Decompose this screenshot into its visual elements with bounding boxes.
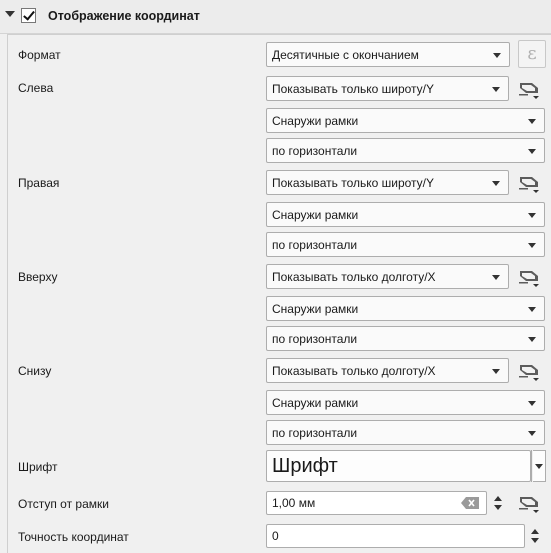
format-label: Формат [18, 48, 61, 62]
top-direction-combo[interactable]: по горизонтали [266, 326, 545, 351]
chevron-down-icon [528, 213, 536, 218]
offset-value: 1,00 мм [272, 496, 316, 510]
bottom-position-value: Снаружи рамки [272, 395, 359, 410]
left-direction-combo[interactable]: по горизонтали [266, 138, 545, 163]
left-display-value: Показывать только широту/Y [272, 81, 435, 96]
chevron-down-icon [492, 369, 500, 374]
left-display-combo[interactable]: Показывать только широту/Y [266, 76, 509, 101]
left-position-value: Снаружи рамки [272, 113, 359, 128]
font-label: Шрифт [18, 460, 58, 474]
data-defined-override-icon[interactable] [515, 490, 543, 516]
bottom-label: Снизу [18, 364, 52, 378]
spin-down-icon[interactable] [494, 505, 502, 510]
right-display-combo[interactable]: Показывать только широту/Y [266, 170, 509, 195]
spin-up-icon[interactable] [494, 496, 502, 501]
font-button-divider [531, 450, 532, 482]
format-combo[interactable]: Десятичные с окончанием [266, 42, 510, 67]
right-display-value: Показывать только широту/Y [272, 175, 435, 190]
data-defined-override-icon[interactable] [515, 76, 543, 102]
chevron-down-icon [492, 181, 500, 186]
bottom-position-combo[interactable]: Снаружи рамки [266, 390, 545, 415]
right-direction-combo[interactable]: по горизонтали [266, 232, 545, 257]
precision-value: 0 [272, 529, 279, 543]
format-combo-value: Десятичные с окончанием [272, 47, 419, 62]
offset-spinner[interactable] [488, 491, 508, 515]
section-enabled-checkbox[interactable] [21, 8, 36, 23]
bottom-display-value: Показывать только долготу/X [272, 363, 436, 378]
top-position-value: Снаружи рамки [272, 301, 359, 316]
right-direction-value: по горизонтали [272, 237, 358, 252]
chevron-down-icon [528, 431, 536, 436]
left-direction-value: по горизонтали [272, 143, 358, 158]
font-menu-button[interactable] [533, 450, 546, 482]
left-label: Слева [18, 81, 54, 95]
right-position-value: Снаружи рамки [272, 207, 359, 222]
chevron-down-icon [493, 53, 501, 58]
font-button[interactable]: Шрифт [266, 450, 531, 482]
right-label: Правая [18, 176, 60, 190]
data-defined-override-icon[interactable] [515, 358, 543, 384]
chevron-down-icon [528, 307, 536, 312]
bottom-direction-combo[interactable]: по горизонтали [266, 420, 545, 445]
top-direction-value: по горизонтали [272, 331, 358, 346]
chevron-down-icon [492, 87, 500, 92]
precision-label: Точность координат [18, 530, 129, 544]
font-button-text: Шрифт [272, 454, 338, 477]
chevron-down-icon [528, 149, 536, 154]
top-display-value: Показывать только долготу/X [272, 269, 436, 284]
offset-label: Отступ от рамки [18, 497, 109, 511]
chevron-down-icon [528, 337, 536, 342]
data-defined-override-icon[interactable] [515, 170, 543, 196]
offset-input[interactable]: 1,00 мм [266, 491, 487, 515]
spin-up-icon[interactable] [531, 529, 539, 534]
chevron-down-icon [528, 243, 536, 248]
spin-down-icon[interactable] [531, 538, 539, 543]
precision-spinner[interactable] [525, 524, 545, 548]
precision-input[interactable]: 0 [266, 524, 525, 548]
data-defined-override-icon[interactable] [515, 264, 543, 290]
chevron-down-icon [492, 275, 500, 280]
right-position-combo[interactable]: Снаружи рамки [266, 202, 545, 227]
top-display-combo[interactable]: Показывать только долготу/X [266, 264, 509, 289]
collapse-arrow-icon[interactable] [5, 11, 15, 17]
left-position-combo[interactable]: Снаружи рамки [266, 108, 545, 133]
chevron-down-icon [528, 119, 536, 124]
chevron-down-icon [528, 401, 536, 406]
clear-icon[interactable] [461, 497, 479, 512]
chevron-down-icon [535, 464, 543, 469]
bottom-direction-value: по горизонтали [272, 425, 358, 440]
top-position-combo[interactable]: Снаружи рамки [266, 296, 545, 321]
section-title: Отображение координат [48, 9, 200, 23]
bottom-display-combo[interactable]: Показывать только долготу/X [266, 358, 509, 383]
top-label: Вверху [18, 270, 58, 284]
epsilon-icon[interactable]: ε [518, 40, 546, 68]
